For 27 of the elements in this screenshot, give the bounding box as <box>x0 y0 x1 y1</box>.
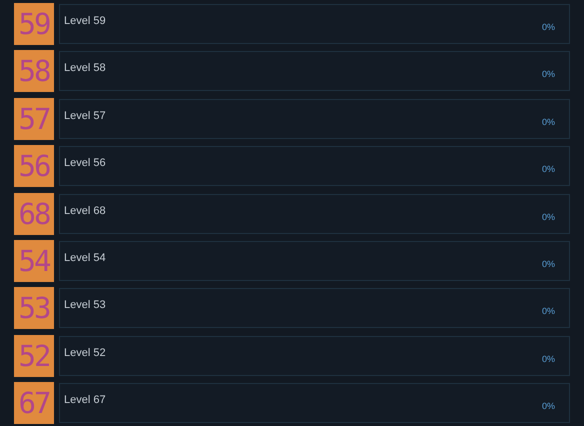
achievement-title: Level 67 <box>64 394 106 406</box>
achievement-title: Level 52 <box>64 346 106 359</box>
unlock-percent: 0% <box>542 69 555 80</box>
level-badge: 67 <box>14 382 54 424</box>
unlock-percent: 0% <box>542 354 555 364</box>
unlock-percent: 0% <box>542 401 555 412</box>
unlock-percent: 0% <box>542 164 555 174</box>
achievement-title: Level 53 <box>64 299 106 312</box>
unlock-percent: 0% <box>542 22 555 32</box>
level-badge: 52 <box>14 334 54 377</box>
achievement-title: Level 54 <box>64 252 106 264</box>
achievement-title: Level 57 <box>64 110 106 122</box>
unlock-percent: 0% <box>542 212 555 222</box>
achievement-title: Level 68 <box>64 204 106 217</box>
achievement-title: Level 58 <box>64 62 106 74</box>
unlock-percent: 0% <box>542 306 555 316</box>
level-badge: 57 <box>14 98 54 140</box>
unlock-percent: 0% <box>542 258 555 269</box>
level-badge: 53 <box>14 287 54 330</box>
level-badge: 54 <box>14 240 54 282</box>
unlock-percent: 0% <box>542 116 555 127</box>
level-badge: 68 <box>14 192 54 235</box>
level-badge: 59 <box>14 3 54 45</box>
level-badge: 58 <box>14 50 54 92</box>
achievement-title: Level 59 <box>64 15 106 27</box>
achievement-title: Level 56 <box>64 157 106 170</box>
level-badge: 56 <box>14 145 54 188</box>
